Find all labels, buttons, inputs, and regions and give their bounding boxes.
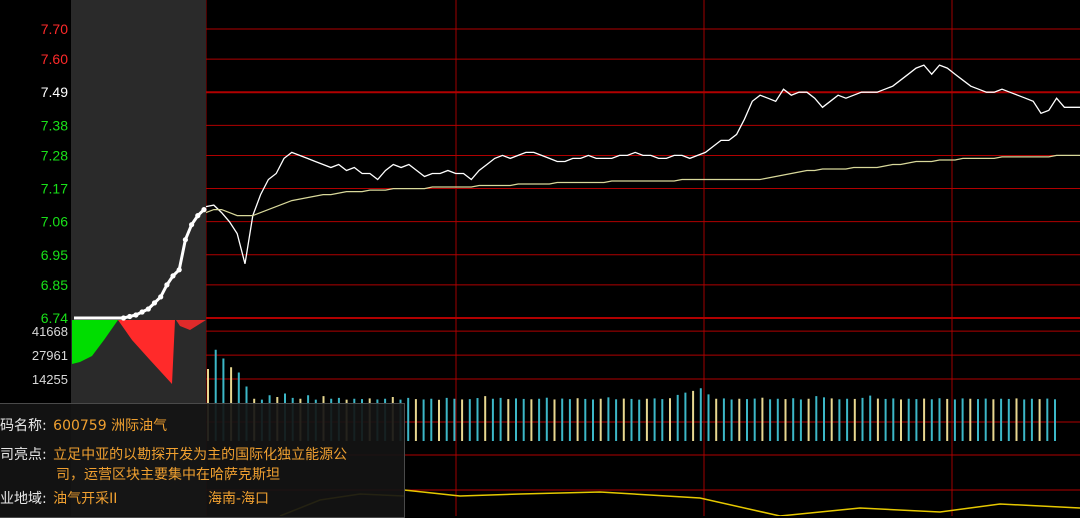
stock-info-tooltip: 码名称: 600759 洲际油气 司亮点: 立足中亚的以勘探开发为主的国际化独立… xyxy=(0,403,405,518)
price-tick-3: 7.38 xyxy=(41,117,68,133)
industry-value: 油气开采II xyxy=(53,491,118,507)
auction-dot xyxy=(182,237,188,243)
region-row: 海南-海口 xyxy=(208,488,269,508)
indicator-line-right xyxy=(403,489,1080,516)
auction-dot xyxy=(127,313,133,320)
highlight-label: 司亮点: xyxy=(0,447,47,463)
code-label: 码名称: xyxy=(0,418,47,434)
auction-dot xyxy=(195,213,201,219)
y-axis-ticks: 7.707.607.497.387.287.177.066.956.856.74… xyxy=(32,21,68,387)
auction-dot xyxy=(201,207,207,213)
auction-dot xyxy=(120,315,127,321)
code-value: 600759 洲际油气 xyxy=(53,418,168,434)
price-tick-8: 6.85 xyxy=(41,277,68,293)
volume-tick-1: 27961 xyxy=(32,348,68,363)
price-tick-5: 7.17 xyxy=(41,181,68,197)
auction-dot xyxy=(189,222,195,228)
highlight-text-1: 立足中亚的以勘探开发为主的国际化独立能源公 xyxy=(53,447,348,463)
volume-tick-2: 14255 xyxy=(32,372,68,387)
volume-tick-0: 41668 xyxy=(32,324,68,339)
auction-dot xyxy=(133,312,139,318)
highlight-row: 司亮点: 立足中亚的以勘探开发为主的国际化独立能源公 xyxy=(0,444,347,464)
price-tick-1: 7.60 xyxy=(41,51,68,67)
auction-dot xyxy=(164,282,170,288)
price-series-line xyxy=(205,64,1080,264)
auction-dot xyxy=(151,300,158,306)
price-tick-6: 7.06 xyxy=(41,214,68,230)
price-tick-7: 6.95 xyxy=(41,247,68,263)
code-row: 码名称: 600759 洲际油气 xyxy=(0,415,167,435)
auction-dot xyxy=(139,309,145,315)
auction-dot xyxy=(158,294,164,300)
industry-row: 业地域: 油气开采II xyxy=(0,488,117,508)
region-value: 海南-海口 xyxy=(208,491,270,507)
price-tick-2: 7.49 xyxy=(41,84,68,100)
auction-dot xyxy=(145,306,151,312)
highlight-text-2: 司，运营区块主要集中在哈萨克斯坦 xyxy=(56,467,280,483)
price-tick-0: 7.70 xyxy=(41,21,68,37)
industry-label: 业地域: xyxy=(0,491,47,507)
auction-dot xyxy=(170,273,176,279)
price-lines xyxy=(74,64,1080,321)
price-tick-4: 7.28 xyxy=(41,147,68,163)
auction-dot xyxy=(176,267,182,273)
highlight-row-2: 司，运营区块主要集中在哈萨克斯坦 xyxy=(56,464,280,484)
